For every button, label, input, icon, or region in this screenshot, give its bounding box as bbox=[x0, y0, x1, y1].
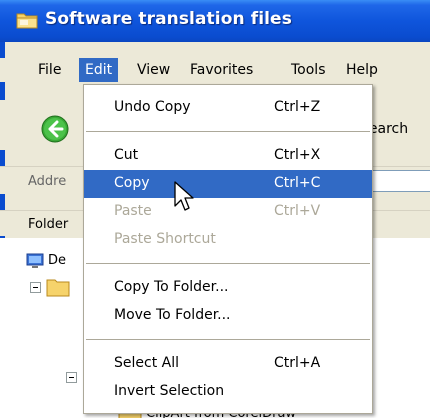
menu-item-label: Move To Folder... bbox=[114, 307, 231, 323]
menu-item-shortcut: Ctrl+Z bbox=[274, 99, 321, 115]
menu-item-select-all[interactable]: Select All Ctrl+A bbox=[84, 350, 372, 378]
menu-item-cut[interactable]: Cut Ctrl+X bbox=[84, 142, 372, 170]
menu-item-undo-copy[interactable]: Undo Copy Ctrl+Z bbox=[84, 94, 372, 122]
window-title: Software translation files bbox=[45, 9, 292, 29]
menu-item-shortcut: Ctrl+X bbox=[274, 147, 321, 163]
title-bar[interactable]: Software translation files bbox=[0, 0, 430, 42]
menu-item-paste[interactable]: Paste Ctrl+V bbox=[84, 198, 372, 226]
menu-item-copy[interactable]: Copy Ctrl+C bbox=[84, 170, 372, 198]
menu-edit[interactable]: Edit bbox=[79, 58, 119, 82]
menu-item-paste-shortcut[interactable]: Paste Shortcut bbox=[84, 226, 372, 254]
menu-view[interactable]: View bbox=[131, 58, 176, 82]
tree-expander[interactable] bbox=[66, 372, 77, 383]
menu-file[interactable]: File bbox=[32, 58, 67, 82]
menu-item-label: Invert Selection bbox=[114, 383, 225, 399]
menu-help[interactable]: Help bbox=[340, 58, 384, 82]
menu-item-label: Paste bbox=[114, 203, 152, 219]
menu-separator bbox=[86, 263, 370, 264]
menu-item-shortcut: Ctrl+A bbox=[274, 355, 321, 371]
menu-favorites[interactable]: Favorites bbox=[184, 58, 259, 82]
folder-icon bbox=[16, 13, 38, 29]
menu-item-label: Cut bbox=[114, 147, 139, 163]
mouse-pointer-icon bbox=[174, 181, 194, 211]
folders-label: Folder bbox=[28, 217, 69, 232]
menu-item-label: Copy To Folder... bbox=[114, 279, 229, 295]
explorer-window: Software translation files File Edit Vie… bbox=[0, 0, 430, 418]
back-arrow-icon[interactable] bbox=[40, 114, 70, 144]
menu-bar: File Edit View Favorites Tools Help bbox=[0, 58, 430, 82]
edit-dropdown-menu: Undo Copy Ctrl+Z Cut Ctrl+X Copy Ctrl+C … bbox=[83, 84, 373, 414]
menu-item-label: Paste Shortcut bbox=[114, 231, 216, 247]
tree-expander[interactable] bbox=[30, 282, 41, 293]
menu-item-label: Select All bbox=[114, 355, 179, 371]
menu-item-shortcut: Ctrl+V bbox=[274, 203, 321, 219]
menu-item-move-to-folder[interactable]: Move To Folder... bbox=[84, 302, 372, 330]
menu-item-copy-to-folder[interactable]: Copy To Folder... bbox=[84, 274, 372, 302]
menu-item-label: Undo Copy bbox=[114, 99, 191, 115]
tree-item-desktop[interactable]: De bbox=[48, 253, 66, 268]
menu-item-shortcut: Ctrl+C bbox=[274, 175, 321, 191]
folder-icon[interactable] bbox=[46, 277, 70, 297]
address-label: Addre bbox=[28, 174, 67, 189]
menu-separator bbox=[86, 339, 370, 340]
menu-separator bbox=[86, 131, 370, 132]
desktop-icon[interactable] bbox=[26, 252, 44, 270]
menu-tools[interactable]: Tools bbox=[285, 58, 332, 82]
menu-item-label: Copy bbox=[114, 175, 150, 191]
menu-item-invert-selection[interactable]: Invert Selection bbox=[84, 378, 372, 406]
